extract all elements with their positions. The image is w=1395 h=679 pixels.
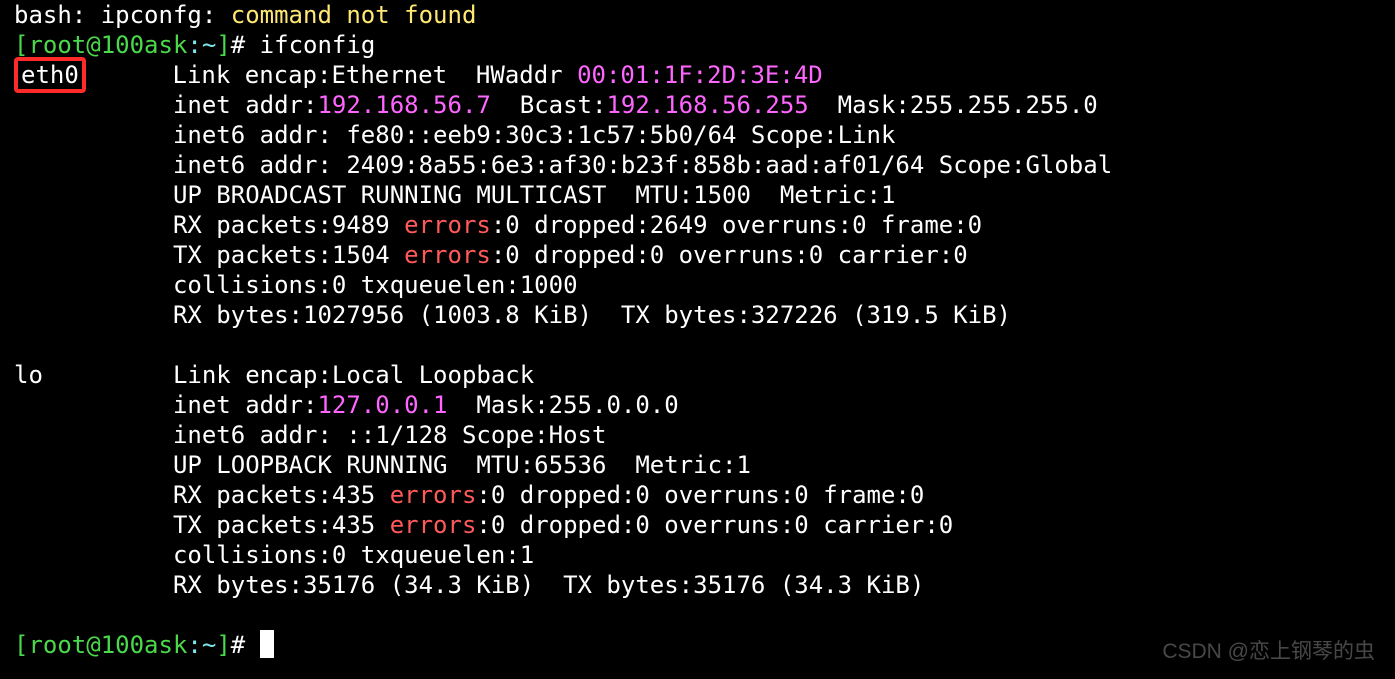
prompt-line-1: [root@100ask:~]# ifconfig [14, 31, 375, 59]
bash-line: bash: ipconfg: command not found [14, 1, 476, 29]
command: ifconfig [260, 31, 376, 59]
iface-eth0-header: eth0 Link encap:Ethernet HWaddr 00:01:1F… [14, 57, 823, 93]
iface-lo-header: lo Link encap:Local Loopback [14, 361, 534, 389]
cursor[interactable] [260, 630, 274, 658]
prompt-line-2[interactable]: [root@100ask:~]# [14, 631, 274, 659]
eth0-highlight: eth0 [14, 57, 86, 93]
terminal-output: bash: ipconfg: command not found [root@1… [0, 0, 1395, 660]
watermark: CSDN @恋上钢琴的虫 [1162, 635, 1375, 665]
